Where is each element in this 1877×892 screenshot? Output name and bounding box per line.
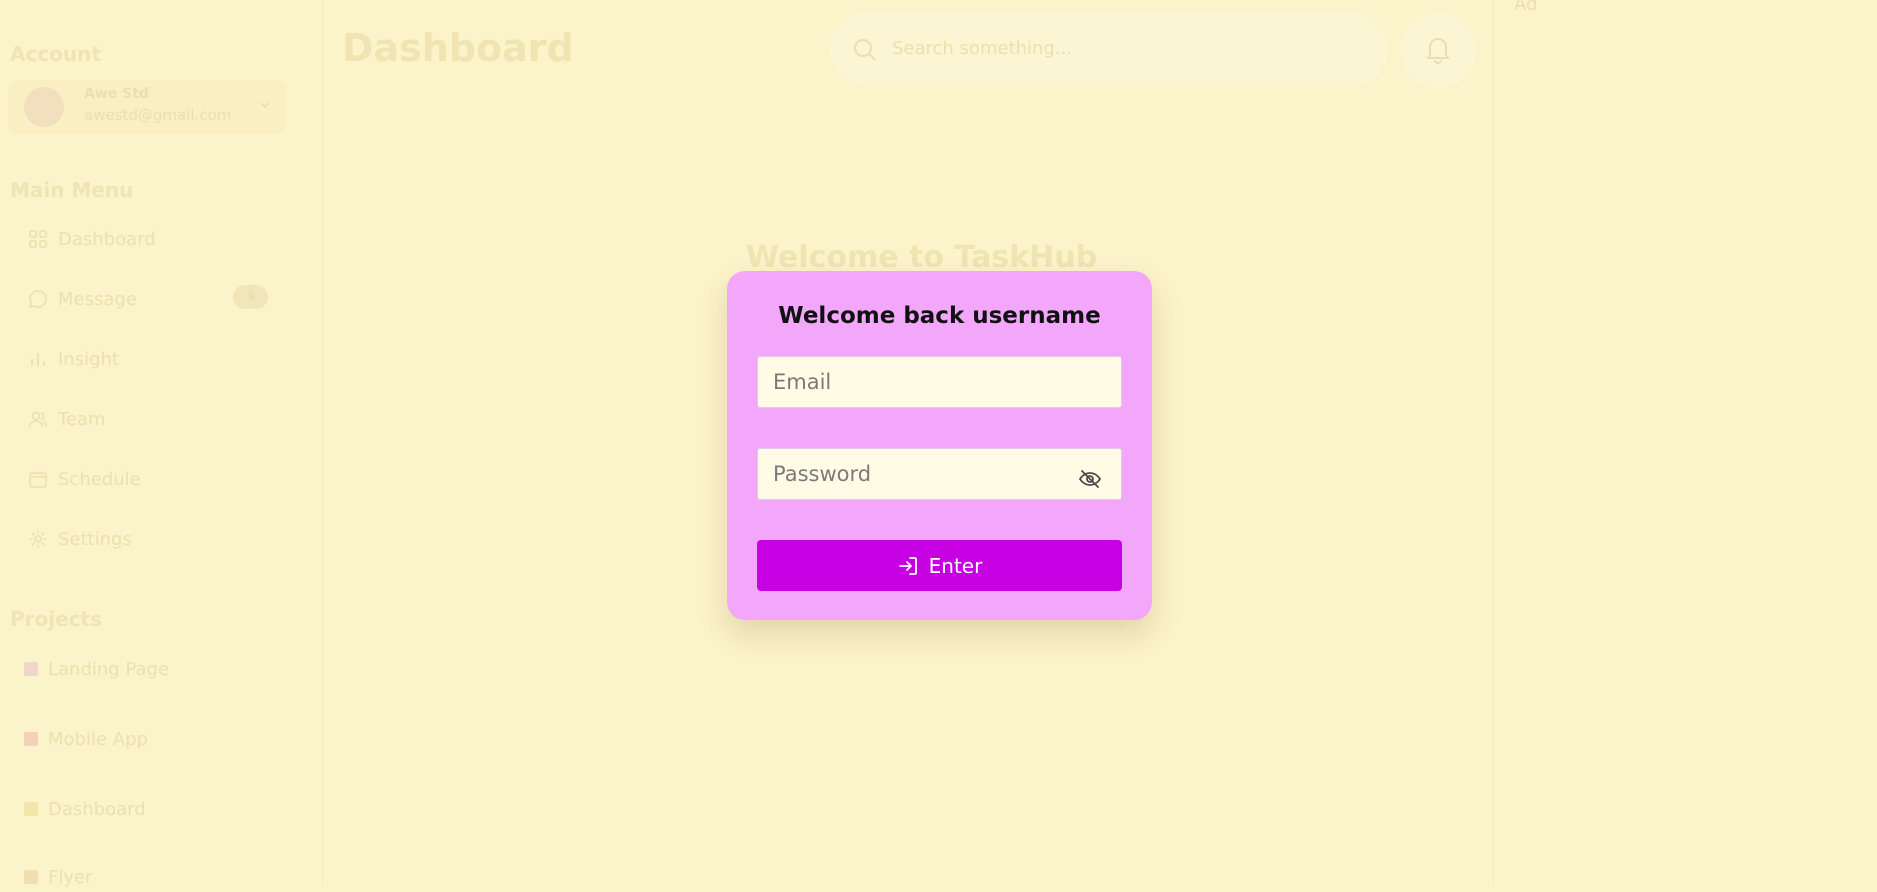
users-icon xyxy=(28,409,48,429)
search-bar[interactable]: Search something... xyxy=(830,12,1388,86)
main-menu-title: Main Menu xyxy=(10,178,133,202)
sidebar: Account Awe Std awestd@gmail.com Main Me… xyxy=(0,0,323,885)
sidebar-item-label: Message xyxy=(58,289,137,310)
account-section-title: Account xyxy=(10,42,101,66)
project-label: Mobile App xyxy=(48,729,148,750)
login-modal: Welcome back username Enter xyxy=(727,271,1152,620)
sidebar-item-label: Insight xyxy=(58,349,119,370)
sidebar-item-schedule[interactable]: Schedule xyxy=(28,462,278,496)
account-email: awestd@gmail.com xyxy=(84,106,231,124)
sidebar-item-dashboard[interactable]: Dashboard xyxy=(28,222,278,256)
avatar xyxy=(24,87,64,127)
app-root: Account Awe Std awestd@gmail.com Main Me… xyxy=(0,0,1877,885)
account-switcher[interactable]: Awe Std awestd@gmail.com xyxy=(8,80,286,134)
sidebar-item-team[interactable]: Team xyxy=(28,402,278,436)
bar-chart-icon xyxy=(28,349,48,369)
password-field[interactable] xyxy=(757,448,1122,500)
modal-title: Welcome back username xyxy=(727,303,1152,329)
sidebar-item-label: Settings xyxy=(58,529,132,550)
toggle-password-visibility-button[interactable] xyxy=(1075,464,1105,494)
chat-icon xyxy=(28,289,48,309)
project-color-dot xyxy=(24,802,38,816)
grid-icon xyxy=(28,229,48,249)
project-color-dot xyxy=(24,662,38,676)
project-label: Landing Page xyxy=(48,659,169,680)
enter-button[interactable]: Enter xyxy=(757,540,1122,591)
right-panel: Ad xyxy=(1493,0,1877,885)
chevron-down-icon xyxy=(258,98,272,112)
projects-section-title: Projects xyxy=(10,607,102,631)
eye-off-icon xyxy=(1078,467,1102,491)
project-item-flyer[interactable]: Flyer xyxy=(24,862,92,892)
bell-icon xyxy=(1424,34,1452,64)
enter-button-label: Enter xyxy=(929,554,983,578)
page-title: Dashboard xyxy=(342,26,574,70)
right-panel-label: Ad xyxy=(1514,0,1537,15)
project-item-dashboard[interactable]: Dashboard xyxy=(24,794,146,824)
account-name: Awe Std xyxy=(84,86,149,102)
project-color-dot xyxy=(24,870,38,884)
sidebar-item-message[interactable]: Message 4 xyxy=(28,282,278,316)
welcome-heading: Welcome to TaskHub xyxy=(746,240,1097,275)
search-input[interactable]: Search something... xyxy=(892,38,1072,59)
email-field[interactable] xyxy=(757,356,1122,408)
project-label: Flyer xyxy=(48,867,92,888)
project-label: Dashboard xyxy=(48,799,146,820)
project-item-landing-page[interactable]: Landing Page xyxy=(24,654,169,684)
project-item-mobile-app[interactable]: Mobile App xyxy=(24,724,148,754)
sidebar-item-insight[interactable]: Insight xyxy=(28,342,278,376)
sidebar-item-label: Team xyxy=(58,409,106,430)
calendar-icon xyxy=(28,469,48,489)
sign-in-icon xyxy=(897,555,919,577)
message-count-badge: 4 xyxy=(233,285,268,309)
notifications-button[interactable] xyxy=(1400,12,1476,88)
sidebar-item-settings[interactable]: Settings xyxy=(28,522,278,556)
search-icon xyxy=(852,37,878,63)
project-color-dot xyxy=(24,732,38,746)
gear-icon xyxy=(28,529,48,549)
sidebar-item-label: Schedule xyxy=(58,469,141,490)
sidebar-item-label: Dashboard xyxy=(58,229,156,250)
